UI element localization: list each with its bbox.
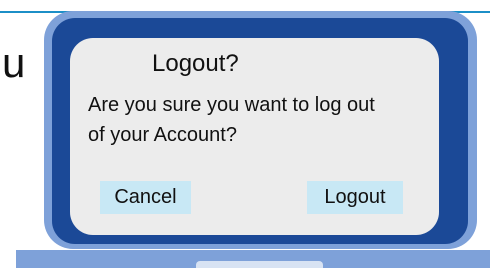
logout-button[interactable]: Logout (307, 181, 403, 214)
dialog-title: Logout? (152, 50, 239, 77)
laptop-trackpad-notch (196, 261, 323, 268)
dialog-message: Are you sure you want to log out of your… (88, 94, 375, 146)
page-canvas: u Logout? Are you sure you want to log o… (0, 0, 490, 268)
cancel-button[interactable]: Cancel (100, 181, 191, 214)
partial-background-text: u (2, 39, 26, 86)
